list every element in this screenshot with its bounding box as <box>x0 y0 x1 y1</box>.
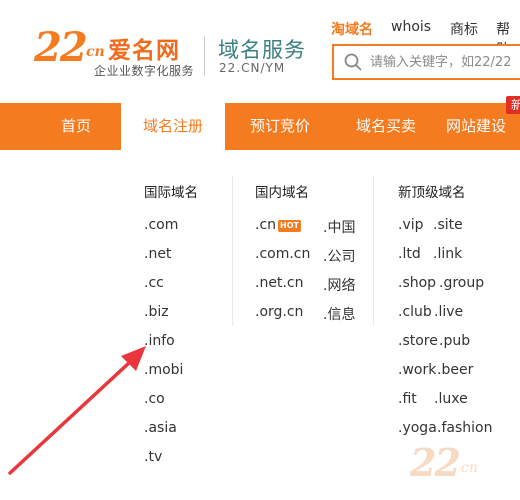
new-badge: 新 <box>506 96 520 114</box>
tld-pub[interactable]: .pub <box>439 333 470 349</box>
nav-domain-registration[interactable]: 域名注册 <box>121 103 225 150</box>
search-icon[interactable] <box>344 53 362 71</box>
column-divider <box>373 176 374 326</box>
tld-luxe[interactable]: .luxe <box>434 391 468 407</box>
tld-club[interactable]: .club <box>398 304 432 320</box>
top-link-whois[interactable]: whois <box>391 19 431 35</box>
nav-reservation-bidding[interactable]: 预订竞价 <box>228 103 332 150</box>
tld-site[interactable]: .site <box>433 217 463 233</box>
tld-cc[interactable]: .cc <box>144 275 164 291</box>
top-link-tao-domain[interactable]: 淘域名 <box>331 19 373 39</box>
tld-live[interactable]: .live <box>434 304 463 320</box>
tld-wangluo[interactable]: .网络 <box>323 275 355 295</box>
tld-net[interactable]: .net <box>144 246 171 262</box>
heading-domestic-domains: 国内域名 <box>255 185 309 201</box>
tld-cn[interactable]: .cn <box>255 217 276 233</box>
tld-co[interactable]: .co <box>144 391 165 407</box>
tld-asia[interactable]: .asia <box>144 420 177 436</box>
tld-xinxi[interactable]: .信息 <box>323 304 355 324</box>
tld-store[interactable]: .store <box>398 333 438 349</box>
tld-group[interactable]: .group <box>439 275 484 291</box>
nav-domain-trading[interactable]: 域名买卖 <box>334 103 438 150</box>
heading-new-gtld: 新顶级域名 <box>398 185 466 201</box>
tld-ltd[interactable]: .ltd <box>398 246 421 262</box>
watermark-number: 22 <box>410 440 461 485</box>
tld-fashion[interactable]: .fashion <box>437 420 492 436</box>
logo-number: 22 <box>34 24 88 71</box>
tld-vip[interactable]: .vip <box>398 217 424 233</box>
search-input[interactable] <box>370 48 520 76</box>
column-divider <box>232 176 233 326</box>
nav-home[interactable]: 首页 <box>24 103 128 150</box>
tld-zhongguo[interactable]: .中国 <box>323 217 355 237</box>
logo-cn-text: cn <box>86 44 105 60</box>
watermark-cn-text: cn <box>461 460 478 476</box>
logo-brand-name: 爱名网 <box>108 38 180 64</box>
tld-link[interactable]: .link <box>433 246 462 262</box>
tld-info[interactable]: .info <box>144 333 175 349</box>
tld-biz[interactable]: .biz <box>144 304 169 320</box>
tld-net-cn[interactable]: .net.cn <box>255 275 303 291</box>
hot-badge: HOT <box>278 220 301 232</box>
tld-org-cn[interactable]: .org.cn <box>255 304 303 320</box>
logo-divider <box>204 36 205 76</box>
tld-com[interactable]: .com <box>144 217 178 233</box>
tld-com-cn[interactable]: .com.cn <box>255 246 310 262</box>
service-title: 域名服务 <box>218 38 306 62</box>
tld-yoga[interactable]: .yoga <box>398 420 437 436</box>
tld-gongsi[interactable]: .公司 <box>323 246 355 266</box>
top-link-trademark[interactable]: 商标 <box>450 19 478 39</box>
tld-tv[interactable]: .tv <box>144 449 162 465</box>
tld-beer[interactable]: .beer <box>437 362 473 378</box>
service-url: 22.CN/YM <box>219 61 286 75</box>
tld-shop[interactable]: .shop <box>398 275 436 291</box>
heading-international-domains: 国际域名 <box>144 185 198 201</box>
tld-work[interactable]: .work <box>398 362 436 378</box>
tld-fit[interactable]: .fit <box>398 391 417 407</box>
logo-slogan: 企业业数字化服务 <box>94 64 195 78</box>
tld-mobi[interactable]: .mobi <box>144 362 183 378</box>
